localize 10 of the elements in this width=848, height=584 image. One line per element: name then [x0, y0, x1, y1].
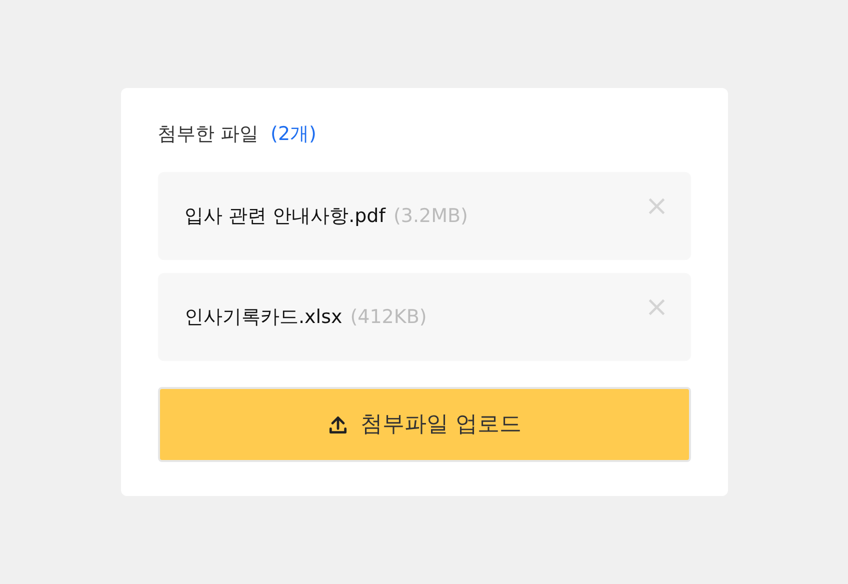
upload-button[interactable]: 첨부파일 업로드	[158, 387, 690, 462]
file-size: (3.2MB)	[393, 204, 468, 229]
file-name: 입사 관련 안내사항.pdf	[184, 204, 386, 229]
file-size: (412KB)	[350, 304, 427, 330]
file-name: 인사기록카드.xlsx	[184, 304, 342, 330]
upload-icon	[326, 414, 348, 436]
section-title: 첨부한 파일	[158, 122, 259, 147]
file-count: (2개)	[270, 122, 316, 147]
remove-button[interactable]: ×	[645, 192, 668, 220]
remove-button[interactable]: ×	[645, 293, 668, 321]
